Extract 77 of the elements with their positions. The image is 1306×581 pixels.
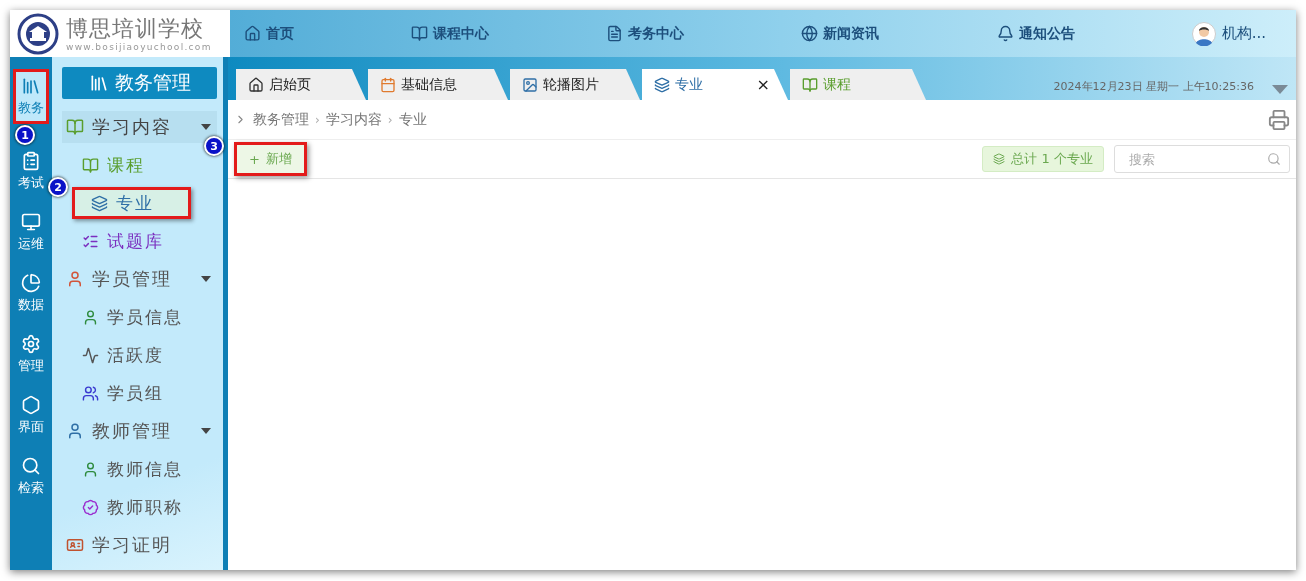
- tab[interactable]: 启始页: [236, 69, 366, 100]
- layers-icon: [993, 153, 1006, 165]
- monitor-icon: [21, 212, 41, 232]
- sidebar-item[interactable]: 学习证明: [62, 529, 217, 561]
- rail-item[interactable]: 考试: [13, 144, 49, 199]
- tab[interactable]: 轮播图片: [510, 69, 640, 100]
- breadcrumb-separator: ›: [315, 112, 320, 127]
- rail-item[interactable]: 教务: [13, 69, 49, 124]
- rail-item[interactable]: 运维: [13, 205, 49, 260]
- breadcrumb-separator: ›: [387, 112, 393, 127]
- hexagon-icon: [21, 395, 41, 415]
- rail-item[interactable]: 数据: [13, 266, 49, 321]
- sidebar-item[interactable]: 教师管理: [62, 415, 217, 447]
- nav-link[interactable]: 通知公告: [996, 24, 1075, 43]
- user-name[interactable]: 机构...: [1221, 24, 1266, 43]
- person-icon: [66, 422, 84, 440]
- sidebar-item[interactable]: 学员管理: [62, 263, 217, 295]
- person-icon: [82, 460, 99, 478]
- document-icon: [606, 25, 624, 42]
- badge-icon: [82, 498, 99, 516]
- layers-icon: [654, 76, 670, 93]
- rail-item[interactable]: 管理: [13, 327, 49, 382]
- book-icon: [802, 76, 818, 93]
- nav-link[interactable]: 新闻资讯: [801, 24, 880, 43]
- pie-chart-icon: [21, 273, 41, 293]
- sidebar-item[interactable]: 学员信息: [62, 301, 217, 333]
- breadcrumb-item[interactable]: 学习内容: [325, 110, 382, 129]
- add-button[interactable]: + 新增: [234, 142, 307, 176]
- image-icon: [522, 76, 538, 93]
- avatar-icon: [1191, 21, 1216, 46]
- sidebar-item[interactable]: 学员组: [62, 377, 217, 409]
- house-icon: [248, 76, 264, 93]
- total-badge: 总计 1 个专业: [982, 146, 1104, 172]
- callout-badge: 2: [48, 177, 68, 197]
- bell-icon: [996, 25, 1014, 42]
- books-icon: [21, 76, 41, 96]
- sidebar-item[interactable]: 试题库: [62, 225, 217, 257]
- sidebar-item[interactable]: 专业: [72, 187, 191, 219]
- sidebar-item[interactable]: 学习内容: [62, 111, 217, 143]
- breadcrumb-item[interactable]: 专业: [398, 110, 427, 129]
- search-field[interactable]: 搜索: [1114, 145, 1290, 173]
- book-icon: [411, 25, 429, 42]
- search-icon: [1267, 152, 1281, 166]
- person-icon: [82, 308, 99, 326]
- breadcrumb-item[interactable]: 教务管理: [253, 110, 309, 129]
- clipboard-icon: [21, 151, 41, 171]
- book-icon: [66, 118, 84, 136]
- nav-link[interactable]: 首页: [244, 24, 294, 43]
- caret-icon[interactable]: [1272, 85, 1288, 94]
- id-card-icon: [66, 536, 84, 554]
- person-icon: [66, 270, 84, 288]
- close-button[interactable]: ×: [756, 75, 770, 94]
- sidebar-item[interactable]: 教师信息: [62, 453, 217, 485]
- people-icon: [82, 384, 99, 402]
- school-name: 博思培训学校: [66, 15, 205, 42]
- calendar-icon: [380, 76, 396, 93]
- date-time: 2024年12月23日 星期一 上午10:25:36: [1053, 79, 1254, 94]
- nav-link[interactable]: 考务中心: [606, 24, 685, 43]
- search-icon: [21, 456, 41, 476]
- nav-link[interactable]: 课程中心: [411, 24, 490, 43]
- tab[interactable]: 基础信息: [368, 69, 508, 100]
- sidebar-title: 教务管理: [62, 67, 217, 99]
- rail-item[interactable]: 检索: [13, 449, 49, 504]
- rail-item[interactable]: 界面: [13, 388, 49, 443]
- printer-icon[interactable]: [1268, 108, 1290, 131]
- layers-icon: [91, 194, 108, 212]
- tab[interactable]: 专业 ×: [642, 69, 788, 100]
- school-url: www.bosijiaoyuchool.com: [66, 41, 212, 52]
- book-icon: [82, 156, 99, 174]
- sidebar-item[interactable]: 活跃度: [62, 339, 217, 371]
- house-icon: [244, 25, 261, 42]
- tab[interactable]: 课程: [790, 69, 926, 100]
- sidebar-item[interactable]: 教师职称: [62, 491, 217, 523]
- settings-icon: [21, 334, 41, 354]
- globe-icon: [801, 25, 819, 42]
- activity-icon: [82, 346, 99, 364]
- callout-badge: 1: [15, 125, 35, 145]
